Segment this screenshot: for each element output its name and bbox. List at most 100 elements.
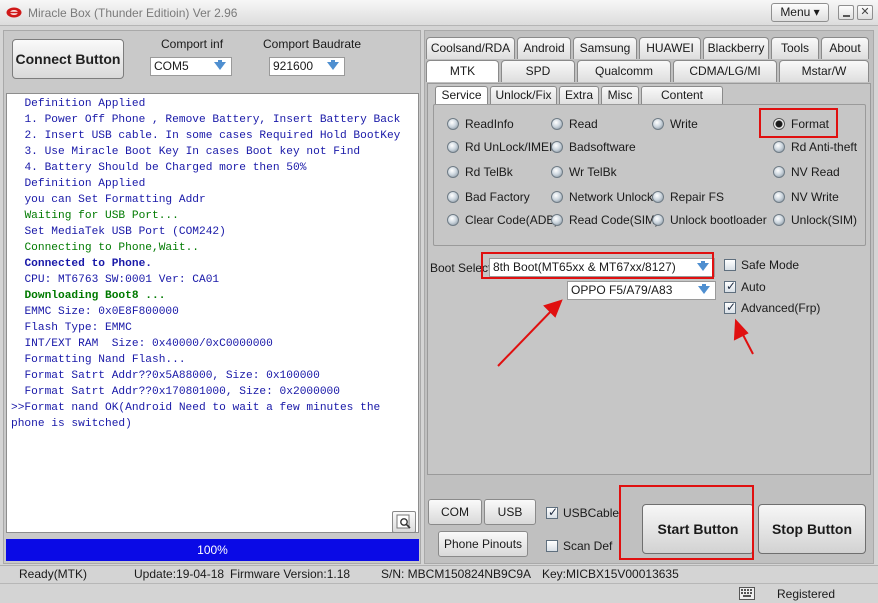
checkbox-checked-icon — [724, 279, 736, 294]
option-label: Network Unlock — [569, 190, 654, 204]
status-ready: Ready(MTK) — [19, 567, 88, 581]
log-line: 2. Insert USB cable. In some cases Requi… — [11, 130, 401, 142]
option-bad-factory[interactable]: Bad Factory — [447, 189, 530, 205]
log-line: Connected to Phone. — [11, 258, 152, 270]
progress-text: 100% — [197, 543, 228, 557]
option-label: Unlock bootloader — [670, 213, 767, 227]
tab-samsung[interactable]: Samsung — [573, 37, 637, 59]
option-unlock-sim[interactable]: Unlock(SIM) — [773, 212, 857, 228]
radio-icon — [652, 118, 664, 130]
tab-mstar[interactable]: Mstar/W — [779, 60, 869, 82]
log-line: you can Set Formatting Addr — [11, 194, 206, 206]
close-button[interactable]: ✕ — [857, 5, 873, 20]
stop-button[interactable]: Stop Button — [758, 504, 866, 554]
tab-android[interactable]: Android — [517, 37, 571, 59]
subtab-unlock-fix[interactable]: Unlock/Fix — [490, 86, 557, 104]
tab-coolsand[interactable]: Coolsand/RDA — [426, 37, 515, 59]
model-select-value: OPPO F5/A79/A83 — [571, 283, 673, 297]
radio-icon — [773, 214, 785, 226]
minimize-button[interactable] — [838, 5, 854, 20]
radio-icon — [447, 214, 459, 226]
option-network-unlock[interactable]: Network Unlock — [551, 189, 653, 205]
option-clear-code-adb[interactable]: Clear Code(ADB) — [447, 212, 558, 228]
option-label: Read Code(SIM) — [569, 213, 660, 227]
left-panel: Connect Button Comport inf COM5 Comport … — [3, 30, 421, 564]
option-wr-telbk[interactable]: Wr TelBk — [551, 164, 617, 180]
log-line: Definition Applied — [11, 98, 146, 110]
option-nv-write[interactable]: NV Write — [773, 189, 839, 205]
tab-about[interactable]: About — [821, 37, 869, 59]
checkbox-label: Safe Mode — [741, 258, 800, 272]
keyboard-icon — [739, 587, 755, 600]
tab-blackberry[interactable]: Blackberry — [703, 37, 769, 59]
tab-huawei[interactable]: HUAWEI — [639, 37, 701, 59]
radio-icon — [551, 141, 563, 153]
comport-select[interactable]: COM5 — [150, 57, 232, 76]
tab-tools[interactable]: Tools — [771, 37, 819, 59]
connect-button[interactable]: Connect Button — [12, 39, 124, 79]
baudrate-label: Comport Baudrate — [263, 37, 362, 51]
checkbox-label: USBCable — [563, 506, 620, 520]
tab-qualcomm[interactable]: Qualcomm — [577, 60, 671, 82]
radio-icon — [447, 166, 459, 178]
start-button-highlight — [619, 485, 754, 560]
log-line: Format Satrt Addr??0x170801000, Size: 0x… — [11, 386, 340, 398]
option-label: Repair FS — [670, 190, 725, 204]
checkbox-checked-icon — [546, 505, 558, 520]
log-line: INT/EXT RAM Size: 0x40000/0xC0000000 — [11, 338, 273, 350]
log-line: Format Satrt Addr??0x5A88000, Size: 0x10… — [11, 370, 320, 382]
usb-cable-checkbox[interactable]: USBCable — [546, 505, 620, 522]
log-line: 3. Use Miracle Boot Key In cases Boot ke… — [11, 146, 361, 158]
option-write[interactable]: Write — [652, 116, 698, 132]
boot-select-highlight — [481, 252, 714, 279]
advanced-frp-checkbox[interactable]: Advanced(Frp) — [724, 300, 820, 317]
checkbox-icon — [546, 540, 558, 552]
option-label: Wr TelBk — [569, 165, 617, 179]
option-badsoftware[interactable]: Badsoftware — [551, 139, 636, 155]
baudrate-value: 921600 — [273, 59, 314, 73]
tab-spd[interactable]: SPD — [501, 60, 575, 82]
log-search-button[interactable] — [392, 511, 416, 533]
subtab-misc[interactable]: Misc — [601, 86, 639, 104]
option-read-code-sim[interactable]: Read Code(SIM) — [551, 212, 659, 228]
option-readinfo[interactable]: ReadInfo — [447, 116, 514, 132]
subtab-extra[interactable]: Extra — [559, 86, 599, 104]
tab-cdma-lg-mi[interactable]: CDMA/LG/MI — [673, 60, 777, 82]
option-nv-read[interactable]: NV Read — [773, 164, 840, 180]
option-label: NV Read — [791, 165, 840, 179]
radio-icon — [652, 191, 664, 203]
format-highlight — [759, 108, 838, 138]
dropdown-arrow-icon — [698, 284, 710, 294]
option-read[interactable]: Read — [551, 116, 598, 132]
status-registered: Registered — [777, 587, 836, 601]
option-rd-anti-theft[interactable]: Rd Anti-theft — [773, 139, 857, 155]
tab-mtk[interactable]: MTK — [426, 60, 499, 82]
status-bar: Ready(MTK) Update:19-04-18 Firmware Vers… — [0, 565, 878, 582]
checkbox-icon — [724, 259, 736, 271]
subtab-service[interactable]: Service — [435, 86, 488, 104]
auto-checkbox[interactable]: Auto — [724, 279, 766, 296]
subtab-content-setting[interactable]: Content Setting — [641, 86, 723, 119]
log-line: 4. Battery Should be Charged more then 5… — [11, 162, 307, 174]
safe-mode-checkbox[interactable]: Safe Mode — [724, 258, 799, 274]
usb-scan-button[interactable]: USB Scan — [484, 499, 536, 543]
option-repair-fs[interactable]: Repair FS — [652, 189, 724, 205]
log-line: Waiting for USB Port... — [11, 210, 179, 222]
model-select[interactable]: OPPO F5/A79/A83 — [567, 281, 716, 300]
radio-icon — [551, 166, 563, 178]
phone-pinouts-button[interactable]: Phone Pinouts — [438, 531, 528, 557]
window-title: Miracle Box (Thunder Editioin) Ver 2.96 — [28, 6, 238, 20]
option-label: Rd UnLock/IMEI — [465, 140, 553, 154]
baudrate-select[interactable]: 921600 — [269, 57, 345, 76]
scan-def-checkbox[interactable]: Scan Def — [546, 539, 612, 555]
log-line: EMMC Size: 0x0E8F800000 — [11, 306, 179, 318]
dropdown-arrow-icon — [214, 60, 226, 70]
option-rd-unlock-imei[interactable]: Rd UnLock/IMEI — [447, 139, 552, 155]
status-update: Update:19-04-18 — [134, 567, 225, 581]
option-unlock-bootloader[interactable]: Unlock bootloader — [652, 212, 767, 228]
option-rd-telbk[interactable]: Rd TelBk — [447, 164, 513, 180]
menu-button[interactable]: Menu ▾ — [771, 3, 829, 22]
com-scan-button[interactable]: COM Scan — [428, 499, 482, 543]
log-output[interactable]: Definition Applied 1. Power Off Phone , … — [6, 93, 419, 533]
status-key: Key:MICBX15V00013635 — [542, 567, 679, 581]
